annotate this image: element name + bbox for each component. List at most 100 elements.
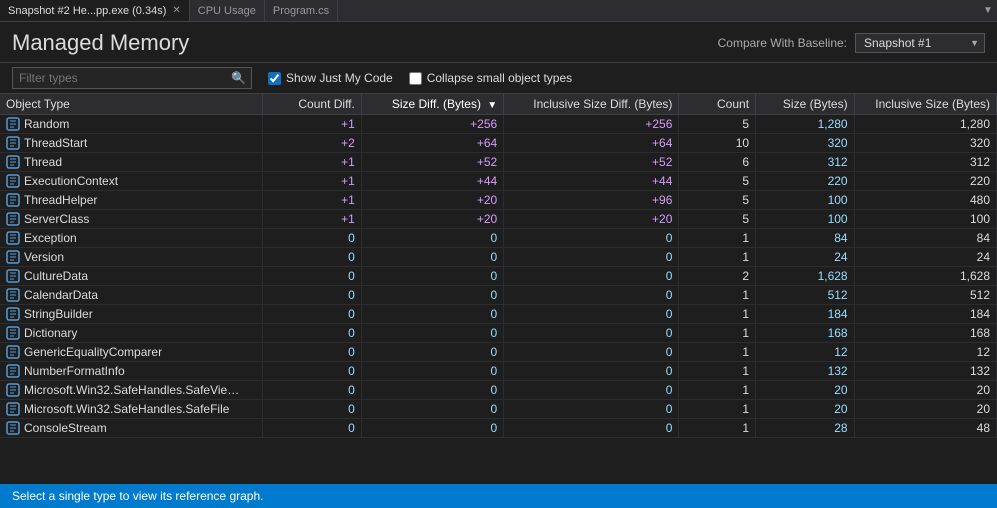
cell-incl-size-diff: 0 <box>504 286 679 305</box>
tab-cpu[interactable]: CPU Usage <box>190 0 265 21</box>
table-row[interactable]: ServerClass+1+20+205100100 <box>0 210 997 229</box>
filter-input[interactable] <box>13 69 226 87</box>
cell-count-diff: 0 <box>263 286 362 305</box>
cell-count-diff: +1 <box>263 210 362 229</box>
table-row[interactable]: ThreadStart+2+64+6410320320 <box>0 134 997 153</box>
collapse-small-label[interactable]: Collapse small object types <box>409 71 572 85</box>
cell-size-diff: 0 <box>361 324 503 343</box>
col-header-size-diff[interactable]: Size Diff. (Bytes) ▼ <box>361 94 503 115</box>
cell-incl-size: 24 <box>854 248 996 267</box>
cell-size-diff: 0 <box>361 248 503 267</box>
table-row[interactable]: Random+1+256+25651,2801,280 <box>0 115 997 134</box>
cell-object-type: ExecutionContext <box>0 172 263 191</box>
cell-incl-size: 512 <box>854 286 996 305</box>
collapse-small-text: Collapse small object types <box>427 71 572 85</box>
cell-count: 6 <box>679 153 756 172</box>
table-row[interactable]: CalendarData0001512512 <box>0 286 997 305</box>
cell-size: 168 <box>756 324 855 343</box>
cell-count: 1 <box>679 229 756 248</box>
cell-count-diff: 0 <box>263 381 362 400</box>
table-row[interactable]: ThreadHelper+1+20+965100480 <box>0 191 997 210</box>
col-header-size[interactable]: Size (Bytes) <box>756 94 855 115</box>
cell-incl-size: 480 <box>854 191 996 210</box>
cell-count: 2 <box>679 267 756 286</box>
cell-count-diff: 0 <box>263 419 362 438</box>
col-header-count-diff[interactable]: Count Diff. <box>263 94 362 115</box>
table-row[interactable]: Exception00018484 <box>0 229 997 248</box>
cell-object-type: GenericEqualityComparer <box>0 343 263 362</box>
col-header-object-type[interactable]: Object Type <box>0 94 263 115</box>
close-icon[interactable]: ✕ <box>172 5 180 16</box>
cell-incl-size: 132 <box>854 362 996 381</box>
cell-object-type: Thread <box>0 153 263 172</box>
cell-count: 10 <box>679 134 756 153</box>
cell-object-type: Microsoft.Win32.SafeHandles.SafeFile <box>0 400 263 419</box>
table-row[interactable]: Thread+1+52+526312312 <box>0 153 997 172</box>
col-header-incl-size-diff[interactable]: Inclusive Size Diff. (Bytes) <box>504 94 679 115</box>
cell-size: 28 <box>756 419 855 438</box>
tab-snapshot2[interactable]: Snapshot #2 He...pp.exe (0.34s) ✕ <box>0 0 190 21</box>
table-row[interactable]: Microsoft.Win32.SafeHandles.SafeVie…0001… <box>0 381 997 400</box>
cell-size-diff: 0 <box>361 305 503 324</box>
cell-incl-size: 48 <box>854 419 996 438</box>
collapse-small-checkbox[interactable] <box>409 72 422 85</box>
cell-size: 100 <box>756 191 855 210</box>
col-header-incl-size[interactable]: Inclusive Size (Bytes) <box>854 94 996 115</box>
tab-bar: Snapshot #2 He...pp.exe (0.34s) ✕ CPU Us… <box>0 0 997 22</box>
table-row[interactable]: Dictionary0001168168 <box>0 324 997 343</box>
cell-size-diff: 0 <box>361 419 503 438</box>
tab-program-label: Program.cs <box>273 5 329 17</box>
cell-size: 132 <box>756 362 855 381</box>
cell-incl-size-diff: +96 <box>504 191 679 210</box>
cell-count-diff: 0 <box>263 362 362 381</box>
tab-overflow-arrow[interactable]: ▼ <box>979 0 997 21</box>
show-just-my-code-label[interactable]: Show Just My Code <box>268 71 393 85</box>
cell-incl-size-diff: +20 <box>504 210 679 229</box>
cell-count: 1 <box>679 324 756 343</box>
cell-size: 320 <box>756 134 855 153</box>
cell-incl-size-diff: 0 <box>504 343 679 362</box>
cell-size-diff: 0 <box>361 400 503 419</box>
table-row[interactable]: ExecutionContext+1+44+445220220 <box>0 172 997 191</box>
cell-count-diff: 0 <box>263 267 362 286</box>
table-row[interactable]: Microsoft.Win32.SafeHandles.SafeFile0001… <box>0 400 997 419</box>
cell-incl-size-diff: 0 <box>504 419 679 438</box>
compare-select-wrapper: Snapshot #1 Snapshot #2 <box>855 33 985 53</box>
cell-incl-size: 320 <box>854 134 996 153</box>
table-row[interactable]: NumberFormatInfo0001132132 <box>0 362 997 381</box>
cell-incl-size-diff: 0 <box>504 362 679 381</box>
cell-count-diff: 0 <box>263 324 362 343</box>
table-row[interactable]: GenericEqualityComparer00011212 <box>0 343 997 362</box>
cell-object-type: Microsoft.Win32.SafeHandles.SafeVie… <box>0 381 263 400</box>
cell-size-diff: 0 <box>361 362 503 381</box>
cell-count: 1 <box>679 400 756 419</box>
col-header-count[interactable]: Count <box>679 94 756 115</box>
cell-count: 5 <box>679 172 756 191</box>
cell-count: 1 <box>679 286 756 305</box>
cell-incl-size: 184 <box>854 305 996 324</box>
table-row[interactable]: ConsoleStream00012848 <box>0 419 997 438</box>
cell-incl-size-diff: 0 <box>504 248 679 267</box>
cell-count-diff: 0 <box>263 400 362 419</box>
show-just-my-code-checkbox[interactable] <box>268 72 281 85</box>
cell-incl-size: 12 <box>854 343 996 362</box>
cell-incl-size-diff: +256 <box>504 115 679 134</box>
tab-program[interactable]: Program.cs <box>265 0 338 21</box>
compare-baseline-select[interactable]: Snapshot #1 Snapshot #2 <box>855 33 985 53</box>
cell-object-type: Exception <box>0 229 263 248</box>
cell-count: 5 <box>679 210 756 229</box>
cell-count-diff: +1 <box>263 191 362 210</box>
table-row[interactable]: CultureData00021,6281,628 <box>0 267 997 286</box>
cell-size-diff: 0 <box>361 229 503 248</box>
cell-incl-size-diff: +52 <box>504 153 679 172</box>
cell-count: 1 <box>679 248 756 267</box>
table-row[interactable]: StringBuilder0001184184 <box>0 305 997 324</box>
cell-size-diff: 0 <box>361 343 503 362</box>
cell-size-diff: 0 <box>361 381 503 400</box>
cell-count-diff: +1 <box>263 115 362 134</box>
cell-incl-size: 312 <box>854 153 996 172</box>
cell-size: 1,628 <box>756 267 855 286</box>
cell-size-diff: +20 <box>361 210 503 229</box>
cell-count: 1 <box>679 305 756 324</box>
table-row[interactable]: Version00012424 <box>0 248 997 267</box>
